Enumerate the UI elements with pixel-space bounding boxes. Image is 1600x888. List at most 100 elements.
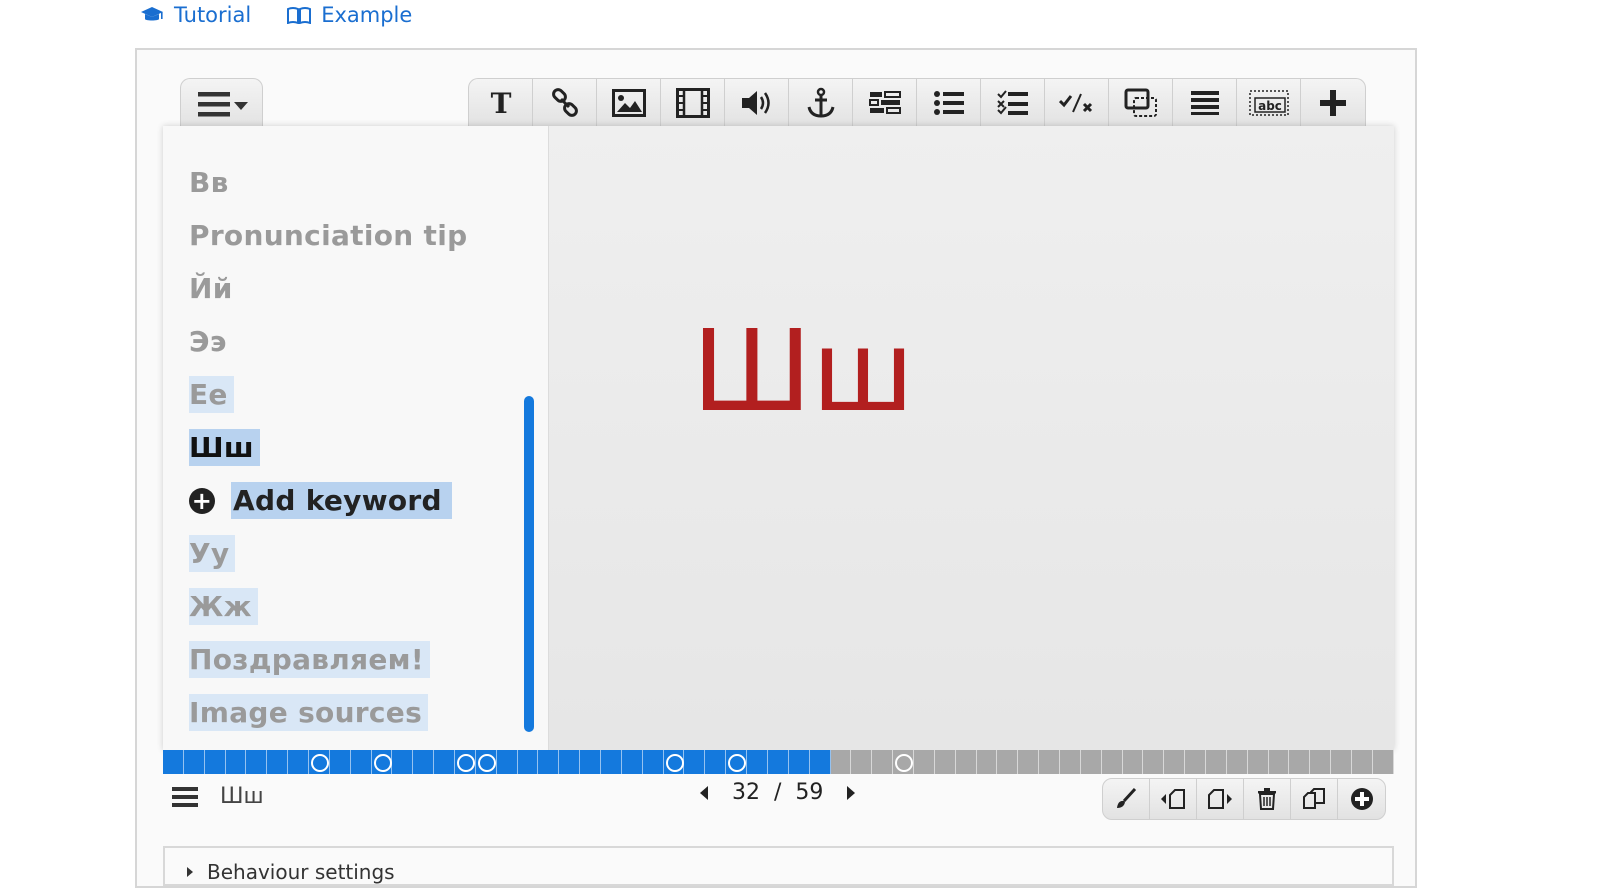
keyword-item[interactable]: Pronunciation tip: [189, 209, 473, 262]
text-tool[interactable]: T: [469, 79, 533, 127]
progress-segment[interactable]: [767, 750, 789, 774]
progress-segment[interactable]: [621, 750, 643, 774]
behaviour-settings-panel[interactable]: Behaviour settings: [163, 846, 1394, 886]
keyword-item[interactable]: Поздравляем!: [189, 633, 473, 686]
progress-segment[interactable]: [747, 750, 768, 774]
list-tool[interactable]: [917, 79, 981, 127]
progress-segment[interactable]: [267, 750, 289, 774]
progress-segment[interactable]: [1164, 750, 1186, 774]
progress-segment[interactable]: [350, 750, 372, 774]
progress-segment[interactable]: [663, 750, 685, 774]
progress-segment[interactable]: [788, 750, 810, 774]
add-slide-button[interactable]: [1338, 779, 1385, 819]
progress-segment[interactable]: [1205, 750, 1227, 774]
slide-style-button[interactable]: [1103, 779, 1150, 819]
move-slide-right-button[interactable]: [1197, 779, 1244, 819]
previous-slide-icon[interactable]: [700, 785, 708, 800]
keyword-item[interactable]: Жж: [189, 580, 473, 633]
progress-segment[interactable]: [705, 750, 727, 774]
progress-segment[interactable]: [601, 750, 622, 774]
progress-segment[interactable]: [1080, 750, 1102, 774]
progress-segment[interactable]: [1351, 750, 1373, 774]
progress-segment[interactable]: [329, 750, 351, 774]
progress-segment[interactable]: [809, 750, 831, 774]
progress-segment[interactable]: [434, 750, 456, 774]
image-tool[interactable]: [597, 79, 661, 127]
progress-segment[interactable]: [1039, 750, 1060, 774]
add-content-tool[interactable]: [1301, 79, 1365, 127]
checklist-tool[interactable]: [981, 79, 1045, 127]
progress-segment[interactable]: [1372, 750, 1394, 774]
progress-segment[interactable]: [580, 750, 602, 774]
progress-segment[interactable]: [1289, 750, 1311, 774]
keyword-menu-toggle[interactable]: [180, 78, 263, 128]
progress-segment[interactable]: [955, 750, 977, 774]
slide-progress-bar[interactable]: [163, 750, 1394, 774]
progress-segment[interactable]: [496, 750, 518, 774]
audio-tool[interactable]: [725, 79, 789, 127]
keyword-item[interactable]: Ее: [189, 368, 473, 421]
progress-segment[interactable]: [1226, 750, 1248, 774]
progress-segment[interactable]: [1185, 750, 1206, 774]
progress-segment[interactable]: [538, 750, 560, 774]
video-tool[interactable]: [661, 79, 725, 127]
tutorial-link[interactable]: Tutorial: [140, 3, 251, 27]
progress-segment[interactable]: [1247, 750, 1269, 774]
progress-segment[interactable]: [455, 750, 476, 774]
progress-segment[interactable]: [225, 750, 247, 774]
delete-slide-button[interactable]: [1244, 779, 1291, 819]
ordered-list-tool[interactable]: [1173, 79, 1237, 127]
next-slide-icon[interactable]: [847, 785, 856, 800]
progress-segment[interactable]: [371, 750, 393, 774]
progress-segment[interactable]: [913, 750, 935, 774]
progress-segment[interactable]: [1059, 750, 1081, 774]
progress-segment[interactable]: [934, 750, 956, 774]
keyword-item[interactable]: Image sources: [189, 686, 473, 739]
progress-segment[interactable]: [475, 750, 497, 774]
slide-heading-text[interactable]: Шш: [692, 316, 914, 428]
dialog-tool[interactable]: [1109, 79, 1173, 127]
example-link[interactable]: Example: [287, 3, 412, 27]
keyword-item[interactable]: Уу: [189, 527, 473, 580]
slide-canvas[interactable]: Шш: [549, 126, 1394, 750]
progress-segment[interactable]: [997, 750, 1019, 774]
progress-segment[interactable]: [517, 750, 539, 774]
progress-segment[interactable]: [183, 750, 205, 774]
menu-icon[interactable]: [172, 786, 198, 808]
keyword-item[interactable]: Шш: [189, 421, 473, 474]
keyword-item[interactable]: Ээ: [189, 315, 473, 368]
progress-segment[interactable]: [246, 750, 268, 774]
progress-segment[interactable]: [1101, 750, 1123, 774]
progress-segment[interactable]: [872, 750, 894, 774]
progress-segment[interactable]: [163, 750, 184, 774]
link-tool[interactable]: [533, 79, 597, 127]
fill-blanks-tool[interactable]: abc: [1237, 79, 1301, 127]
behaviour-settings-header[interactable]: Behaviour settings: [187, 860, 395, 884]
progress-segment[interactable]: [1122, 750, 1144, 774]
sidebar-scrollbar[interactable]: [524, 396, 534, 732]
anchor-tool[interactable]: [789, 79, 853, 127]
progress-segment[interactable]: [392, 750, 414, 774]
progress-segment[interactable]: [1143, 750, 1165, 774]
keyword-item[interactable]: Вв: [189, 156, 473, 209]
progress-segment[interactable]: [642, 750, 664, 774]
add-keyword-button[interactable]: + Add keyword: [189, 474, 473, 527]
progress-segment[interactable]: [684, 750, 706, 774]
move-slide-left-button[interactable]: [1150, 779, 1197, 819]
progress-segment[interactable]: [288, 750, 310, 774]
progress-segment[interactable]: [976, 750, 998, 774]
clone-slide-button[interactable]: [1291, 779, 1338, 819]
progress-segment[interactable]: [1018, 750, 1040, 774]
progress-segment[interactable]: [1331, 750, 1352, 774]
progress-segment[interactable]: [1310, 750, 1332, 774]
progress-segment[interactable]: [726, 750, 748, 774]
progress-segment[interactable]: [830, 750, 852, 774]
progress-segment[interactable]: [1268, 750, 1290, 774]
progress-segment[interactable]: [413, 750, 435, 774]
true-false-tool[interactable]: [1045, 79, 1109, 127]
progress-segment[interactable]: [559, 750, 581, 774]
progress-segment[interactable]: [309, 750, 330, 774]
progress-segment[interactable]: [851, 750, 873, 774]
keyword-item[interactable]: Йй: [189, 262, 473, 315]
progress-segment[interactable]: [893, 750, 914, 774]
